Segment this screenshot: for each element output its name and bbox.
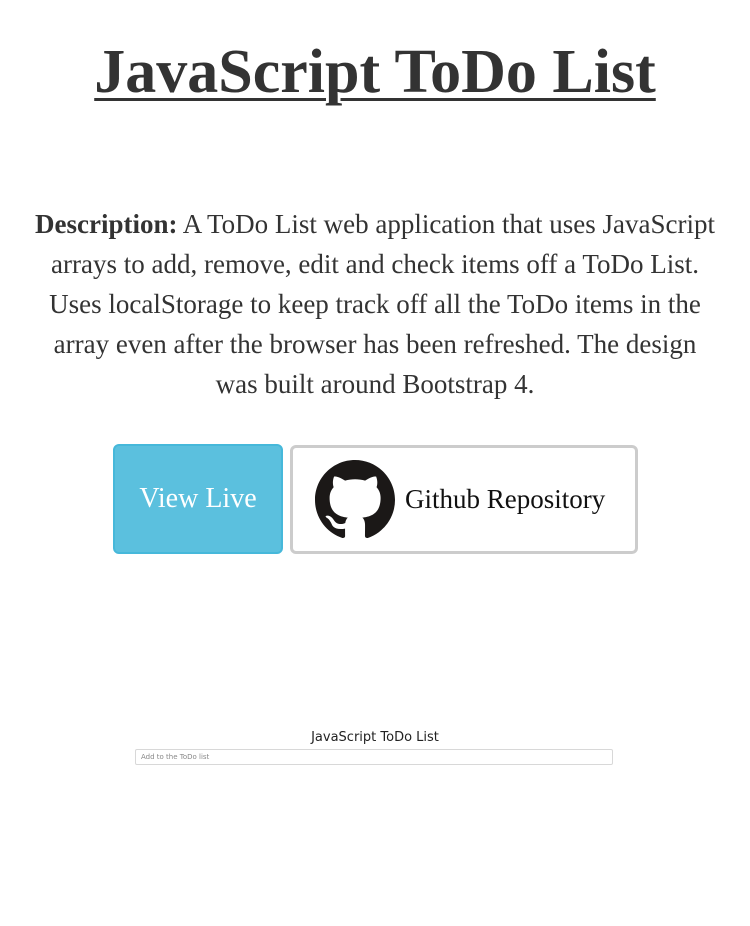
preview-title: JavaScript ToDo List — [311, 730, 439, 745]
page-title: JavaScript ToDo List — [94, 38, 656, 106]
preview-todo-input[interactable] — [135, 749, 613, 765]
github-octocat-icon — [315, 459, 395, 538]
app-preview-screenshot: JavaScript ToDo List — [130, 726, 620, 776]
github-repository-label: Github Repository — [405, 484, 606, 514]
view-live-button[interactable]: View Live — [113, 444, 283, 554]
github-repository-button[interactable]: Github Repository — [290, 445, 638, 554]
project-description: Description: A ToDo List web application… — [30, 204, 720, 404]
description-label: Description: — [34, 209, 178, 239]
